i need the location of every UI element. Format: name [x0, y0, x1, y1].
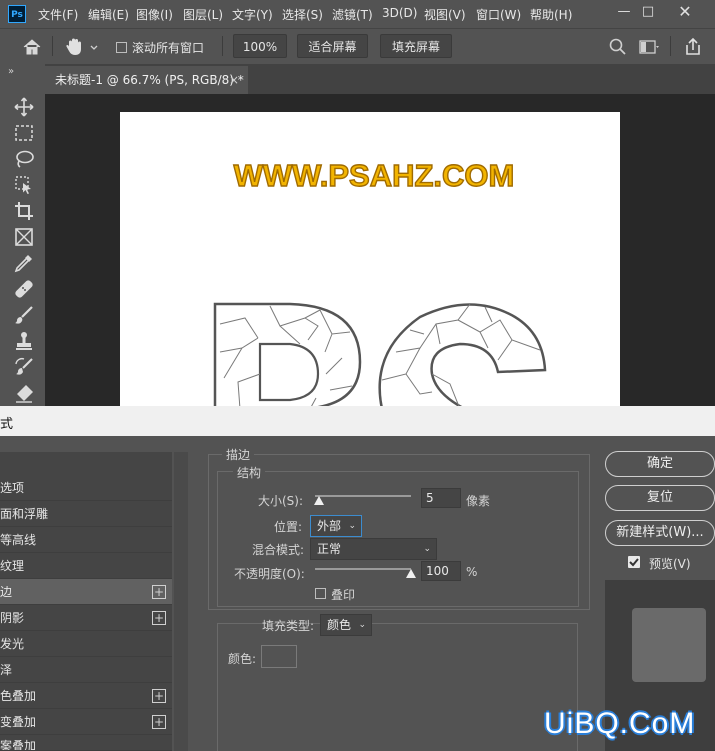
overprint-label: 叠印	[331, 588, 356, 602]
stroke-section-title: 描边	[222, 446, 255, 463]
size-slider[interactable]	[315, 495, 411, 497]
canvas-headline: WWW.PSAHZ.COM	[234, 158, 515, 193]
fill-type-label: 填充类型:	[262, 619, 315, 633]
workspace-icon[interactable]	[638, 38, 660, 56]
menu-edit[interactable]: 编辑(E)	[88, 6, 129, 23]
add-stroke-icon[interactable]: +	[152, 585, 166, 599]
style-item-inner-shadow[interactable]: 阴影	[0, 605, 172, 631]
blend-mode-label: 混合模式:	[252, 543, 305, 557]
zoom-100-button[interactable]: 100%	[233, 34, 287, 58]
stone-ps-text	[213, 302, 547, 409]
add-inner-shadow-icon[interactable]: +	[152, 611, 166, 625]
expand-panel-icon[interactable]: »	[8, 66, 14, 77]
menu-window[interactable]: 窗口(W)	[476, 6, 521, 23]
document-canvas[interactable]: WWW.PSAHZ.COM	[120, 112, 620, 409]
style-item-gradient-overlay[interactable]: 变叠加	[0, 709, 172, 735]
menu-view[interactable]: 视图(V)	[424, 6, 466, 23]
opacity-slider[interactable]	[315, 568, 411, 570]
clone-stamp-icon[interactable]	[12, 330, 36, 352]
document-tab-title: 未标题-1 @ 66.7% (PS, RGB/8) *	[55, 73, 244, 87]
size-label: 大小(S):	[258, 494, 304, 508]
menu-select[interactable]: 选择(S)	[282, 6, 323, 23]
watermark-text: UiBQ.CoM	[544, 707, 696, 740]
fill-group	[217, 623, 578, 751]
add-color-overlay-icon[interactable]: +	[152, 689, 166, 703]
object-select-tool-icon[interactable]	[12, 174, 36, 196]
style-item-stroke[interactable]: 边	[0, 579, 172, 605]
style-item-pattern-overlay[interactable]: 案叠加	[0, 735, 172, 751]
chevron-down-icon: ⌄	[423, 544, 431, 554]
ok-button[interactable]: 确定	[605, 451, 715, 477]
size-input[interactable]: 5	[421, 488, 461, 508]
overprint-checkbox[interactable]	[315, 588, 326, 599]
divider	[52, 36, 53, 56]
reset-button[interactable]: 复位	[605, 485, 715, 511]
healing-brush-icon[interactable]	[12, 278, 36, 300]
opacity-unit: %	[466, 565, 478, 579]
tab-close-icon[interactable]: ×	[229, 66, 239, 94]
style-preview-swatch	[632, 608, 706, 682]
crop-tool-icon[interactable]	[12, 200, 36, 222]
color-label: 颜色:	[228, 652, 257, 666]
divider	[670, 36, 671, 56]
menu-image[interactable]: 图像(I)	[136, 6, 173, 23]
style-item-options[interactable]: 选项	[0, 475, 172, 501]
stroke-color-swatch[interactable]	[261, 645, 297, 668]
style-item-inner-glow[interactable]: 发光	[0, 631, 172, 657]
style-item-texture[interactable]: 纹理	[0, 553, 172, 579]
add-gradient-overlay-icon[interactable]: +	[152, 715, 166, 729]
marquee-tool-icon[interactable]	[12, 122, 36, 144]
move-tool-icon[interactable]	[12, 96, 36, 118]
fill-screen-button[interactable]: 填充屏幕	[380, 34, 452, 58]
preview-label: 预览(V)	[649, 557, 691, 571]
divider	[222, 36, 223, 56]
close-icon[interactable]: ✕	[673, 2, 697, 22]
structure-title: 结构	[233, 464, 266, 481]
menu-filter[interactable]: 滤镜(T)	[332, 6, 373, 23]
document-tab[interactable]: 未标题-1 @ 66.7% (PS, RGB/8) * ×	[45, 66, 248, 94]
size-unit: 像素	[466, 494, 491, 508]
style-item-color-overlay[interactable]: 色叠加	[0, 683, 172, 709]
share-icon[interactable]	[682, 36, 704, 58]
position-label: 位置:	[274, 520, 303, 534]
blend-mode-select[interactable]: 正常 ⌄	[310, 538, 437, 560]
history-brush-icon[interactable]	[12, 356, 36, 378]
menu-help[interactable]: 帮助(H)	[530, 6, 572, 23]
chevron-down-icon: ⌄	[348, 521, 356, 531]
chevron-down-icon: ⌄	[358, 620, 366, 630]
maximize-icon[interactable]: □	[636, 2, 660, 22]
hand-tool-icon[interactable]	[64, 36, 100, 58]
dialog-title: 式	[0, 417, 14, 432]
style-item-satin[interactable]: 泽	[0, 657, 172, 683]
eraser-tool-icon[interactable]	[12, 382, 36, 404]
size-slider-thumb[interactable]	[314, 496, 324, 505]
home-icon[interactable]	[20, 36, 44, 58]
minimize-icon[interactable]: —	[612, 2, 636, 22]
opacity-label: 不透明度(O):	[234, 567, 305, 581]
opacity-input[interactable]: 100	[421, 561, 461, 581]
photoshop-logo: Ps	[8, 5, 26, 23]
preview-checkbox[interactable]	[628, 556, 640, 568]
style-item-bevel-emboss[interactable]: 面和浮雕	[0, 501, 172, 527]
position-select[interactable]: 外部 ⌄	[310, 515, 362, 537]
fill-type-select[interactable]: 颜色 ⌄	[320, 614, 372, 636]
menu-file[interactable]: 文件(F)	[38, 6, 78, 23]
menu-3d[interactable]: 3D(D)	[382, 6, 417, 20]
scroll-all-label: 滚动所有窗口	[132, 41, 205, 55]
styles-scrollbar[interactable]	[174, 452, 188, 751]
scroll-all-checkbox[interactable]	[116, 42, 127, 53]
new-style-button[interactable]: 新建样式(W)...	[605, 520, 715, 546]
brush-tool-icon[interactable]	[12, 304, 36, 326]
eyedropper-tool-icon[interactable]	[12, 252, 36, 274]
dialog-titlebar: 式	[0, 406, 715, 436]
style-item-contour[interactable]: 等高线	[0, 527, 172, 553]
lasso-tool-icon[interactable]	[12, 148, 36, 170]
opacity-slider-thumb[interactable]	[406, 569, 416, 578]
frame-tool-icon[interactable]	[12, 226, 36, 248]
menu-layer[interactable]: 图层(L)	[183, 6, 223, 23]
menu-type[interactable]: 文字(Y)	[232, 6, 273, 23]
search-icon[interactable]	[608, 37, 628, 57]
fit-screen-button[interactable]: 适合屏幕	[297, 34, 368, 58]
